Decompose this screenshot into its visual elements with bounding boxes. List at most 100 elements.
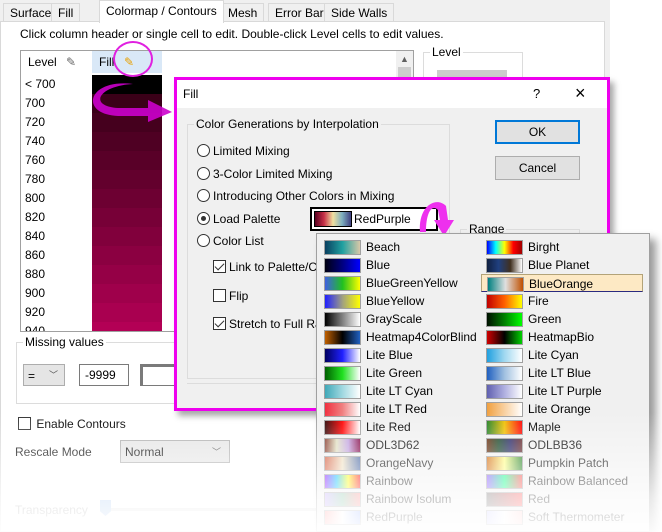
palette-item[interactable]: Birght (481, 238, 643, 256)
transparency-slider-track[interactable] (105, 508, 335, 511)
palette-item[interactable]: Blue Planet (481, 256, 643, 274)
fill-cell[interactable] (92, 265, 162, 284)
radio-3-color-limited-mixing[interactable]: 3-Color Limited Mixing (197, 166, 332, 181)
palette-item[interactable]: Lite Cyan (481, 346, 643, 364)
close-button[interactable]: × (575, 83, 586, 104)
radio-button[interactable] (197, 212, 210, 226)
palette-item[interactable]: Lite Red (319, 418, 481, 436)
palette-item[interactable]: Green (481, 310, 643, 328)
tab-fill[interactable]: Fill (51, 3, 81, 22)
missing-values-group: Missing values = ﹀ -9999 (16, 335, 186, 404)
radio-button[interactable] (197, 144, 210, 158)
palette-item[interactable]: Lite Blue (319, 346, 481, 364)
checkbox-box[interactable] (213, 260, 226, 274)
operator-value: = (28, 369, 36, 383)
level-cell[interactable]: 820 (21, 208, 91, 227)
fill-cell[interactable] (92, 303, 162, 322)
fill-cell[interactable] (92, 322, 162, 331)
level-cell[interactable]: 720 (21, 113, 91, 132)
palette-item[interactable]: Red (481, 490, 643, 508)
palette-item[interactable]: Lite LT Cyan (319, 382, 481, 400)
missing-value-input[interactable]: -9999 (79, 364, 129, 386)
tab-colormap-contours[interactable]: Colormap / Contours (99, 0, 224, 23)
palette-item[interactable]: HeatmapBio (481, 328, 643, 346)
palette-item[interactable]: Lite LT Purple (481, 382, 643, 400)
palette-item[interactable]: Rainbow (319, 472, 481, 490)
level-cell[interactable]: 760 (21, 151, 91, 170)
tab-error-bar[interactable]: Error Bar (268, 3, 331, 22)
palette-dropdown-list[interactable]: Beach Blue BlueGreenYellow BlueYellow GraySc… (316, 233, 650, 532)
rescale-mode-select[interactable]: Normal ﹀ (120, 440, 230, 463)
palette-item[interactable]: Lite Orange (481, 400, 643, 418)
radio-button[interactable] (197, 234, 210, 248)
level-cell[interactable]: 780 (21, 170, 91, 189)
palette-item[interactable]: Rainbow Isolum (319, 490, 481, 508)
radio-load-palette[interactable]: Load Palette (197, 211, 280, 226)
level-cell[interactable]: 920 (21, 303, 91, 322)
level-cell[interactable]: 940 (21, 322, 91, 331)
fill-cell[interactable] (92, 151, 162, 170)
cancel-button[interactable]: Cancel (495, 156, 580, 180)
radio-limited-mixing[interactable]: Limited Mixing (197, 143, 290, 158)
palette-item[interactable]: ODLBB36 (481, 436, 643, 454)
fill-cell[interactable] (92, 284, 162, 303)
level-column-header[interactable]: Level ✎ (21, 51, 91, 73)
palette-item[interactable]: GrayScale (319, 310, 481, 328)
ok-button[interactable]: OK (495, 120, 580, 144)
level-cell[interactable]: 800 (21, 189, 91, 208)
fill-cell[interactable] (92, 246, 162, 265)
palette-item[interactable]: ODL3D62 (319, 436, 481, 454)
tab-mesh[interactable]: Mesh (221, 3, 265, 22)
link-to-palette-checkbox[interactable]: Link to Palette/C (213, 259, 317, 274)
radio-button[interactable] (197, 167, 210, 181)
fill-cell[interactable] (92, 189, 162, 208)
palette-item[interactable]: RedPurple (319, 508, 481, 526)
palette-item[interactable]: Beach (319, 238, 481, 256)
scroll-up-icon[interactable]: ▲ (396, 51, 413, 67)
palette-swatch (487, 277, 524, 292)
level-cell[interactable]: 840 (21, 227, 91, 246)
palette-item[interactable]: BlueGreenYellow (319, 274, 481, 292)
stretch-full-range-checkbox[interactable]: Stretch to Full Ra (213, 316, 322, 331)
flip-checkbox[interactable]: Flip (213, 288, 248, 303)
missing-operator-select[interactable]: = ﹀ (23, 364, 65, 386)
level-cell[interactable]: 880 (21, 265, 91, 284)
palette-item[interactable]: Heatmap4ColorBlind (319, 328, 481, 346)
palette-item[interactable]: OrangeNavy (319, 454, 481, 472)
palette-item[interactable]: Lite LT Red (319, 400, 481, 418)
palette-swatch (486, 240, 523, 255)
fill-cell[interactable] (92, 208, 162, 227)
palette-item[interactable]: BlueOrange (481, 274, 643, 292)
palette-swatch (486, 402, 523, 417)
enable-contours-checkbox[interactable]: Enable Contours (18, 416, 126, 431)
checkbox-box[interactable] (18, 417, 31, 431)
palette-item[interactable]: Fire (481, 292, 643, 310)
tab-side-walls[interactable]: Side Walls (324, 3, 395, 22)
palette-item[interactable]: Rainbow Balanced (481, 472, 643, 490)
palette-name: HeatmapBio (528, 330, 595, 344)
fill-cell[interactable] (92, 132, 162, 151)
level-cell[interactable]: 740 (21, 132, 91, 151)
radio-introducing-other-colors[interactable]: Introducing Other Colors in Mixing (197, 188, 394, 203)
palette-swatch (324, 384, 361, 399)
help-button[interactable]: ? (533, 86, 540, 101)
palette-item[interactable]: Lite Green (319, 364, 481, 382)
level-cell[interactable]: 700 (21, 94, 91, 113)
checkbox-box[interactable] (213, 317, 226, 331)
palette-item[interactable]: Lite LT Blue (481, 364, 643, 382)
palette-item[interactable]: Soft Thermometer (481, 508, 643, 526)
palette-item[interactable]: BlueYellow (319, 292, 481, 310)
level-cell[interactable]: < 700 (21, 75, 91, 94)
curved-arrow-icon (92, 83, 172, 122)
checkbox-box[interactable] (213, 289, 226, 303)
palette-item[interactable]: Pumpkin Patch (481, 454, 643, 472)
level-cell[interactable]: 900 (21, 284, 91, 303)
fill-cell[interactable] (92, 170, 162, 189)
palette-item[interactable]: Blue (319, 256, 481, 274)
radio-color-list[interactable]: Color List (197, 233, 264, 248)
level-cell[interactable]: 860 (21, 246, 91, 265)
radio-button[interactable] (197, 189, 210, 203)
fill-cell[interactable] (92, 227, 162, 246)
palette-swatch (324, 294, 361, 309)
palette-item[interactable]: Maple (481, 418, 643, 436)
